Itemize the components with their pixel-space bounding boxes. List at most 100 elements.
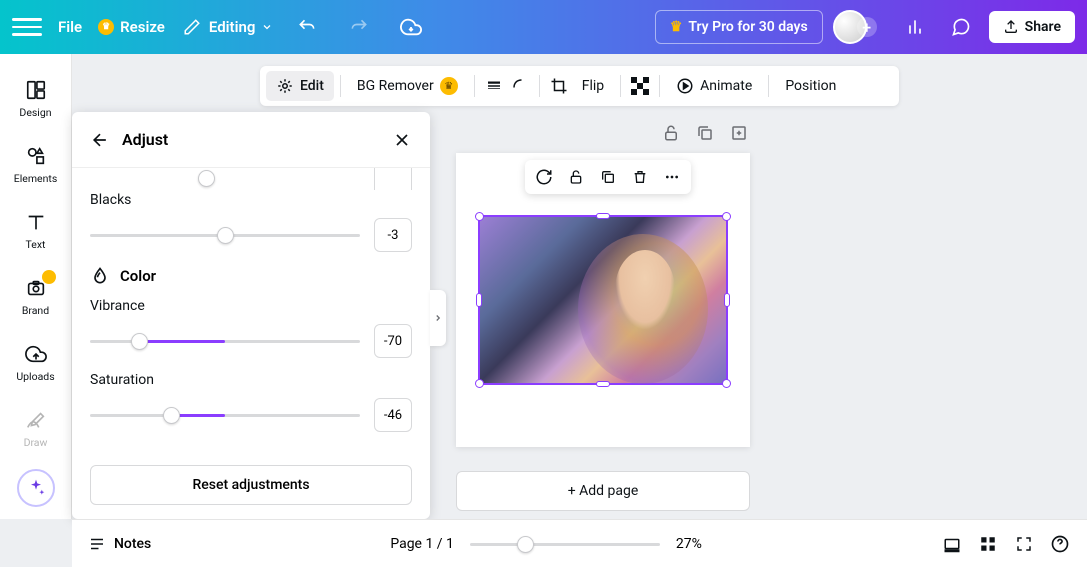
resize-handle[interactable]: [722, 212, 731, 221]
reset-adjustments-button[interactable]: Reset adjustments: [90, 465, 412, 505]
notes-icon: [88, 535, 106, 553]
chevron-down-icon: [261, 21, 273, 33]
crown-icon: ♛: [670, 19, 683, 35]
pro-badge-icon: [42, 270, 56, 284]
color-section-label: Color: [120, 267, 156, 285]
crop-button[interactable]: [546, 71, 572, 101]
corner-button[interactable]: [507, 71, 533, 101]
flip-button[interactable]: Flip: [572, 72, 614, 100]
grid-view-icon[interactable]: [977, 533, 999, 555]
resize-button[interactable]: ♛ Resize: [98, 18, 165, 36]
add-page-icon[interactable]: [728, 122, 750, 144]
animate-button[interactable]: Animate: [666, 71, 762, 101]
try-pro-label: Try Pro for 30 days: [688, 19, 807, 35]
editing-menu[interactable]: Editing: [181, 16, 274, 38]
resize-handle[interactable]: [724, 293, 730, 307]
resize-handle[interactable]: [722, 379, 731, 388]
analytics-icon[interactable]: [897, 9, 933, 45]
pencil-icon: [181, 16, 203, 38]
crown-icon: ♛: [440, 77, 458, 95]
position-label: Position: [785, 78, 836, 94]
file-menu[interactable]: File: [58, 18, 82, 36]
lock-icon[interactable]: [660, 122, 682, 144]
redo-button[interactable]: [341, 9, 377, 45]
uploads-icon: [24, 342, 48, 366]
notes-label: Notes: [114, 536, 151, 552]
sidebar-item-label: Draw: [24, 436, 48, 449]
vibrance-value[interactable]: -70: [374, 324, 412, 358]
position-button[interactable]: Position: [775, 72, 846, 100]
close-button[interactable]: [392, 130, 412, 150]
sidebar-item-draw[interactable]: Draw: [4, 396, 68, 460]
share-button[interactable]: Share: [989, 11, 1075, 43]
add-member-button[interactable]: +: [857, 17, 877, 37]
lock-element-icon[interactable]: [565, 166, 587, 188]
resize-handle[interactable]: [475, 212, 484, 221]
edit-icon: [276, 77, 294, 95]
notes-button[interactable]: Notes: [88, 535, 151, 553]
help-icon[interactable]: [1049, 533, 1071, 555]
edit-label: Edit: [300, 78, 324, 94]
flip-label: Flip: [582, 78, 604, 94]
menu-hamburger[interactable]: [12, 12, 42, 42]
delete-icon[interactable]: [629, 166, 651, 188]
blacks-slider[interactable]: [90, 225, 360, 245]
panel-collapse-tab[interactable]: [430, 290, 446, 346]
resize-handle[interactable]: [596, 381, 610, 387]
resize-label: Resize: [120, 18, 165, 36]
cloud-sync-icon[interactable]: [393, 9, 429, 45]
undo-button[interactable]: [289, 9, 325, 45]
sidebar-item-elements[interactable]: Elements: [4, 132, 68, 196]
file-label: File: [58, 18, 82, 36]
fullscreen-icon[interactable]: [1013, 533, 1035, 555]
crown-icon: ♛: [98, 19, 114, 35]
magic-button[interactable]: [17, 469, 55, 507]
resize-handle[interactable]: [475, 379, 484, 388]
selected-image[interactable]: [478, 215, 728, 385]
element-toolbar: [525, 160, 691, 194]
saturation-slider[interactable]: [90, 405, 360, 425]
text-icon: [24, 210, 48, 234]
design-icon: [24, 78, 48, 102]
sidebar-item-brand[interactable]: Brand: [4, 264, 68, 328]
vibrance-slider[interactable]: [90, 331, 360, 351]
border-style-button[interactable]: [481, 71, 507, 101]
transparency-button[interactable]: [627, 71, 653, 101]
duplicate-page-icon[interactable]: [694, 122, 716, 144]
zoom-percentage: 27%: [676, 536, 702, 552]
sidebar-item-label: Uploads: [16, 370, 54, 383]
vibrance-label: Vibrance: [90, 298, 412, 314]
blacks-label: Blacks: [90, 192, 412, 208]
more-icon[interactable]: [661, 166, 683, 188]
sidebar-item-text[interactable]: Text: [4, 198, 68, 262]
comment-icon[interactable]: [943, 9, 979, 45]
resize-handle[interactable]: [476, 293, 482, 307]
regenerate-icon[interactable]: [533, 166, 555, 188]
page-indicator: Page 1 / 1: [390, 536, 454, 552]
sidebar-item-design[interactable]: Design: [4, 66, 68, 130]
draw-icon: [24, 408, 48, 432]
try-pro-button[interactable]: ♛ Try Pro for 30 days: [655, 10, 823, 44]
animate-label: Animate: [700, 78, 752, 94]
animate-icon: [676, 77, 694, 95]
upload-icon: [1003, 19, 1019, 35]
add-page-label: + Add page: [568, 483, 639, 499]
sidebar-item-label: Text: [26, 238, 46, 251]
add-page-button[interactable]: + Add page: [456, 471, 750, 511]
sidebar-item-label: Design: [19, 106, 51, 119]
context-toolbar: Edit BG Remover ♛ Flip Animate Position: [260, 66, 899, 106]
bg-remover-label: BG Remover: [357, 78, 434, 94]
zoom-slider[interactable]: [470, 534, 660, 554]
edit-button[interactable]: Edit: [266, 71, 334, 101]
adjust-panel: Adjust Blacks -3 Color Vibrance: [72, 112, 430, 519]
resize-handle[interactable]: [596, 213, 610, 219]
back-button[interactable]: [90, 130, 110, 150]
blacks-value[interactable]: -3: [374, 218, 412, 252]
sidebar-item-uploads[interactable]: Uploads: [4, 330, 68, 394]
elements-icon: [24, 144, 48, 168]
copy-element-icon[interactable]: [597, 166, 619, 188]
bg-remover-button[interactable]: BG Remover ♛: [347, 71, 468, 101]
sidebar-item-label: Elements: [14, 172, 58, 185]
thumbnail-view-icon[interactable]: [941, 533, 963, 555]
saturation-value[interactable]: -46: [374, 398, 412, 432]
